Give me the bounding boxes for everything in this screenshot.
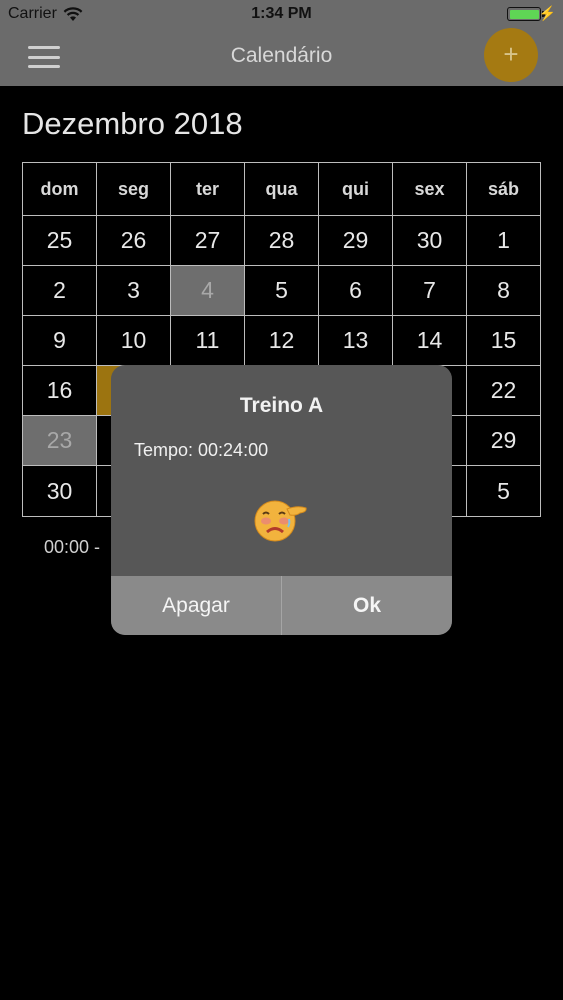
calendar-day[interactable]: 5: [245, 266, 319, 316]
calendar-day[interactable]: 30: [393, 216, 467, 266]
dialog-actions: Apagar Ok: [111, 576, 452, 635]
month-title: Dezembro 2018: [22, 106, 243, 141]
clock: 1:34 PM: [251, 5, 312, 22]
weekday-header: sáb: [467, 163, 540, 216]
calendar-day[interactable]: 28: [245, 216, 319, 266]
dialog-title: Treino A: [239, 394, 324, 417]
weekday-header: sex: [393, 163, 467, 216]
calendar-day[interactable]: 8: [467, 266, 540, 316]
delete-button[interactable]: Apagar: [111, 576, 281, 635]
calendar-day[interactable]: 12: [245, 316, 319, 366]
page-title: Calendário: [230, 44, 333, 67]
calendar-day[interactable]: 10: [97, 316, 171, 366]
calendar-day[interactable]: 29: [467, 416, 540, 466]
calendar-day[interactable]: 13: [319, 316, 393, 366]
nav-bar: Calendário +: [0, 28, 563, 86]
weekday-header: seg: [97, 163, 171, 216]
calendar-day[interactable]: 2: [23, 266, 97, 316]
calendar-day[interactable]: 30: [23, 466, 97, 516]
calendar-day[interactable]: 11: [171, 316, 245, 366]
calendar-day[interactable]: 22: [467, 366, 540, 416]
weekday-header: qui: [319, 163, 393, 216]
calendar-day[interactable]: 27: [171, 216, 245, 266]
sad-face-emoji-icon: [254, 500, 307, 542]
calendar-day[interactable]: 23: [23, 416, 97, 466]
weekday-header: ter: [171, 163, 245, 216]
calendar-day[interactable]: 1: [467, 216, 540, 266]
calendar-day[interactable]: 25: [23, 216, 97, 266]
charging-bolt-icon: ⚡: [538, 5, 556, 21]
calendar-day[interactable]: 5: [467, 466, 540, 516]
calendar-day[interactable]: 7: [393, 266, 467, 316]
calendar-day[interactable]: 16: [23, 366, 97, 416]
calendar-day[interactable]: 14: [393, 316, 467, 366]
status-bar: Carrier 1:34 PM ⚡: [0, 0, 563, 28]
event-dialog: Treino A Tempo: 00:24:00 Apagar Ok: [111, 365, 452, 635]
calendar-day[interactable]: 6: [319, 266, 393, 316]
dialog-message: Tempo: 00:24:00: [134, 440, 269, 460]
calendar-day[interactable]: 26: [97, 216, 171, 266]
ok-button[interactable]: Ok: [281, 576, 452, 635]
calendar-day[interactable]: 29: [319, 216, 393, 266]
battery-icon: [507, 7, 541, 21]
calendar-day[interactable]: 4: [171, 266, 245, 316]
weekday-header: qua: [245, 163, 319, 216]
add-button[interactable]: +: [484, 28, 538, 82]
calendar-day[interactable]: 15: [467, 316, 540, 366]
calendar-day[interactable]: 3: [97, 266, 171, 316]
weekday-header: dom: [23, 163, 97, 216]
calendar-day[interactable]: 9: [23, 316, 97, 366]
event-time-text: 00:00 -: [44, 537, 101, 557]
top-bar: Carrier 1:34 PM ⚡ Calendário +: [0, 0, 563, 86]
